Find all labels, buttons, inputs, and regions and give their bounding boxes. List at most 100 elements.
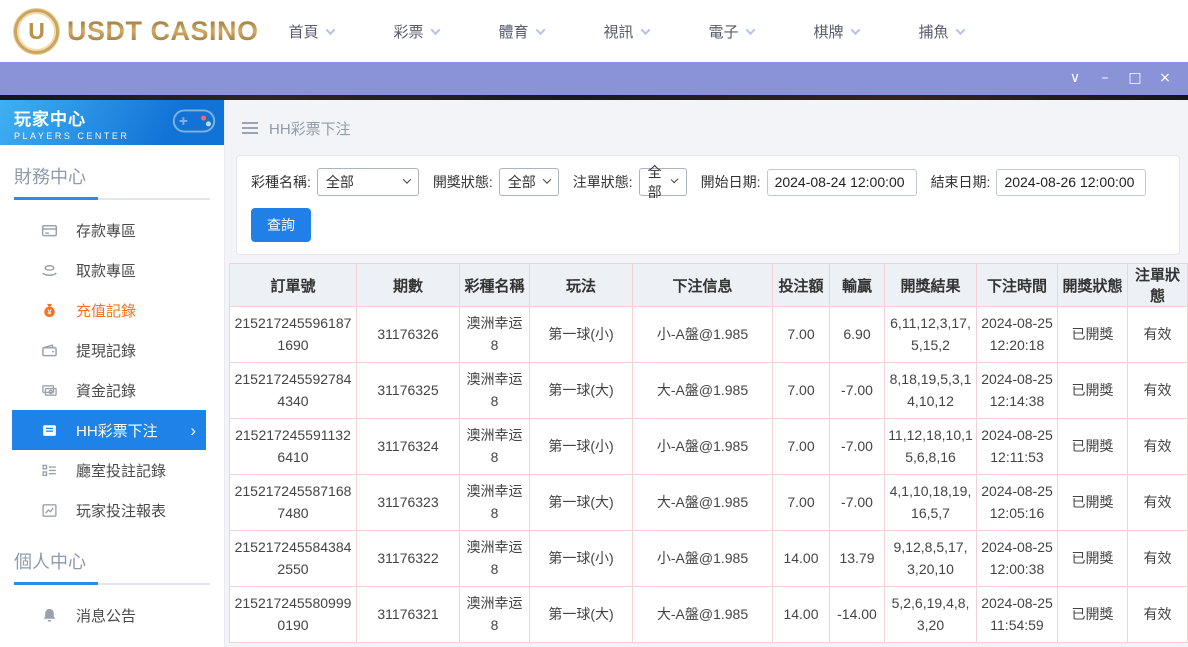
table-cell: 已開獎 xyxy=(1057,474,1128,531)
column-header: 玩法 xyxy=(529,263,633,307)
recharge-record-icon: ¥ xyxy=(40,302,58,319)
table-cell: 小-A盤@1.985 xyxy=(632,530,773,587)
table-cell: 7.00 xyxy=(772,362,830,419)
table-cell: 澳洲幸运8 xyxy=(459,586,530,643)
chevron-down-icon xyxy=(325,24,335,35)
table-cell: 第一球(小) xyxy=(529,530,633,587)
maximize-button[interactable]: □ xyxy=(1120,62,1150,95)
brand-logo[interactable]: U USDT CASINO xyxy=(14,8,259,54)
nav-item[interactable]: 捕魚 xyxy=(919,21,1024,42)
withdraw-icon xyxy=(40,262,58,279)
collapse-window-button[interactable]: ∨ xyxy=(1060,62,1090,95)
start-date-label: 開始日期: xyxy=(700,174,761,190)
sidebar-item[interactable]: 玩家投注報表 › xyxy=(0,490,224,530)
hamburger-menu-icon[interactable] xyxy=(242,127,258,129)
sidebar-item[interactable]: 提現記錄 › xyxy=(0,330,224,370)
column-header: 彩種名稱 xyxy=(459,263,530,307)
sidebar-item[interactable]: ¥ 充值記錄 › xyxy=(0,290,224,330)
table-row: 2152172455871687480 31176323 澳洲幸运8 第一球(大) 大-… xyxy=(229,474,1188,531)
close-button[interactable]: × xyxy=(1150,62,1180,95)
sidebar-section-title: 個人中心 xyxy=(14,552,86,572)
chevron-down-icon xyxy=(745,24,755,35)
sidebar-item[interactable]: HH彩票下注 › xyxy=(12,410,206,450)
draw-status-label: 開獎狀態: xyxy=(432,174,493,190)
bet-records-table: 訂單號 期數 彩種名稱 玩法 下注信息 投注額 輸贏 開獎結果 下注時間 開獎狀態 注單狀態 215… xyxy=(229,263,1188,643)
nav-item[interactable]: 彩票 xyxy=(394,21,499,42)
table-cell: 7.00 xyxy=(772,306,830,363)
sidebar-item[interactable]: 存款專區 › xyxy=(0,210,224,250)
nav-item-label: 棋牌 xyxy=(813,23,844,41)
chevron-down-icon xyxy=(535,24,545,35)
table-row: 2152172455927844340 31176325 澳洲幸运8 第一球(大) 大-… xyxy=(229,362,1188,419)
table-cell: 已開獎 xyxy=(1057,418,1128,475)
table-cell: -7.00 xyxy=(829,362,885,419)
lottery-name-select[interactable]: 全部 xyxy=(316,168,419,196)
nav-item[interactable]: 首頁 xyxy=(289,21,394,42)
table-cell: 7.00 xyxy=(772,474,830,531)
table-cell: 2024-08-25 12:11:53 xyxy=(976,418,1058,475)
chevron-down-icon xyxy=(955,24,965,35)
table-row: 2152172455843842550 31176322 澳洲幸运8 第一球(小) 小-… xyxy=(229,530,1188,587)
table-cell: 5,2,6,19,4,8,3,20 xyxy=(884,586,977,643)
end-date-input[interactable] xyxy=(996,168,1147,196)
table-cell: 8,18,19,5,3,14,10,12 xyxy=(884,362,977,419)
filter-panel: 彩種名稱: 全部 開獎狀態: 全部 注單狀態: 全部 開始日期: 結束日期: xyxy=(236,155,1180,255)
nav-item-label: 首頁 xyxy=(288,23,319,41)
table-cell: 第一球(大) xyxy=(529,474,633,531)
announcement-icon xyxy=(40,607,58,624)
order-status-label: 注單狀態: xyxy=(572,174,633,190)
table-row: 2152172455911326410 31176324 澳洲幸运8 第一球(小) 小-… xyxy=(229,418,1188,475)
table-cell: 已開獎 xyxy=(1057,530,1128,587)
sidebar-section-title: 財務中心 xyxy=(14,167,86,187)
nav-item[interactable]: 電子 xyxy=(709,21,814,42)
table-cell: 31176324 xyxy=(356,418,460,475)
minimize-button[interactable]: – xyxy=(1090,62,1120,95)
chevron-down-icon xyxy=(402,174,412,184)
table-cell: 2152172455843842550 xyxy=(229,530,357,587)
table-cell: 2024-08-25 11:54:59 xyxy=(976,586,1058,643)
gamepad-icon xyxy=(168,104,220,143)
nav-item[interactable]: 體育 xyxy=(499,21,604,42)
top-navigation-bar: U USDT CASINO 首頁 彩票 體育 視訊 電子 棋牌 捕魚 xyxy=(0,0,1188,62)
table-cell: 14.00 xyxy=(772,586,830,643)
brand-logo-icon: U xyxy=(14,8,59,54)
column-header: 下注信息 xyxy=(632,263,773,307)
table-cell: 第一球(小) xyxy=(529,418,633,475)
table-cell: 6,11,12,3,17,5,15,2 xyxy=(884,306,977,363)
table-cell: 有效 xyxy=(1127,362,1188,419)
nav-item[interactable]: 視訊 xyxy=(604,21,709,42)
table-cell: 澳洲幸运8 xyxy=(459,362,530,419)
table-cell: 13.79 xyxy=(829,530,885,587)
table-cell: 2152172455809990190 xyxy=(229,586,357,643)
column-header: 輸贏 xyxy=(829,263,885,307)
sidebar-item[interactable]: 個人資料 › xyxy=(0,635,224,647)
nav-item-label: 視訊 xyxy=(603,23,634,41)
nav-item[interactable]: 棋牌 xyxy=(814,21,919,42)
main-content: HH彩票下注 彩種名稱: 全部 開獎狀態: 全部 注單狀態: 全部 開始日期: … xyxy=(225,100,1188,647)
hall-bet-record-icon xyxy=(40,462,58,479)
sidebar-item[interactable]: 廳室投註記錄 › xyxy=(0,450,224,490)
sidebar-item[interactable]: 取款專區 › xyxy=(0,250,224,290)
search-button[interactable]: 查詢 xyxy=(251,208,311,242)
table-cell: 11,12,18,10,15,6,8,16 xyxy=(884,418,977,475)
table-cell: 2152172455927844340 xyxy=(229,362,357,419)
start-date-input[interactable] xyxy=(766,168,917,196)
nav-item-label: 體育 xyxy=(498,23,529,41)
section-underline xyxy=(14,197,210,200)
nav-item-label: 電子 xyxy=(708,23,739,41)
table-cell: 已開獎 xyxy=(1057,306,1128,363)
column-header: 開獎結果 xyxy=(884,263,977,307)
table-cell: 2152172455961871690 xyxy=(229,306,357,363)
sidebar-item[interactable]: 消息公告 › xyxy=(0,595,224,635)
draw-status-select[interactable]: 全部 xyxy=(498,168,559,196)
column-header: 期數 xyxy=(356,263,460,307)
withdrawal-record-icon xyxy=(40,342,58,359)
sidebar-item[interactable]: 資金記錄 › xyxy=(0,370,224,410)
table-cell: -14.00 xyxy=(829,586,885,643)
brand-logo-text: USDT CASINO xyxy=(67,15,259,46)
table-cell: 有效 xyxy=(1127,418,1188,475)
table-cell: 小-A盤@1.985 xyxy=(632,306,773,363)
table-cell: 7.00 xyxy=(772,418,830,475)
table-cell: 大-A盤@1.985 xyxy=(632,586,773,643)
order-status-select[interactable]: 全部 xyxy=(638,164,687,200)
